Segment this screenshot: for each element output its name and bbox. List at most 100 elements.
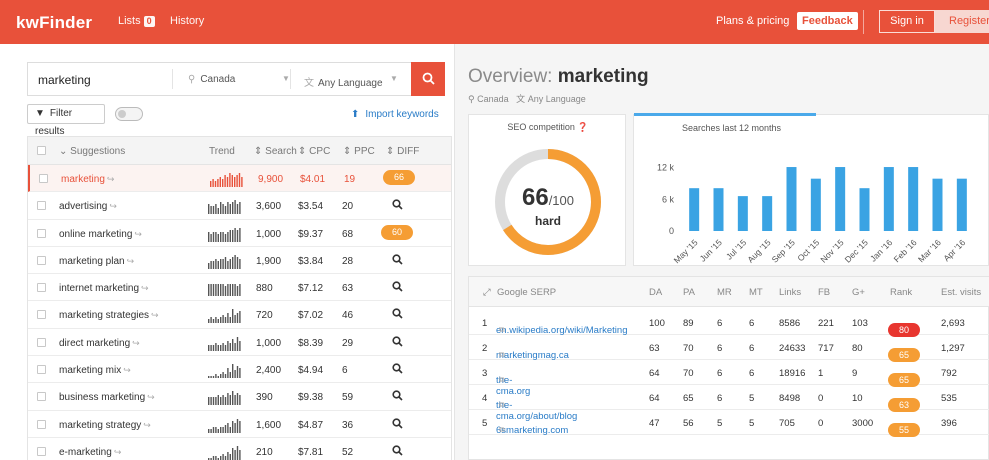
link-arrow-icon[interactable]: ↪	[107, 174, 115, 184]
keyword-cell[interactable]: e-marketing ↪	[59, 447, 121, 458]
link-arrow-icon[interactable]: ↪	[123, 365, 131, 375]
chevron-down-icon[interactable]: ▼	[282, 74, 290, 83]
keyword-cell[interactable]: direct marketing ↪	[59, 338, 140, 349]
chart-bar[interactable]	[762, 196, 773, 231]
location-select[interactable]: ⚲ Canada	[188, 74, 235, 85]
difficulty-cell[interactable]	[381, 306, 413, 322]
difficulty-badge[interactable]: 66	[383, 170, 415, 185]
link-arrow-icon[interactable]: ↪	[141, 283, 149, 293]
table-row[interactable]: marketing mix ↪ 2,400 $4.94 6	[28, 356, 451, 384]
serp-row[interactable]: 4 the-cma.org/about/blog ⧉ 64 65 6 5 8498 0 10 63 5…	[469, 386, 989, 422]
row-checkbox[interactable]	[37, 201, 46, 211]
kwfinder-logo[interactable]: kwFinder	[16, 13, 92, 33]
difficulty-cell[interactable]	[381, 252, 413, 268]
table-row[interactable]: marketing strategies ↪ 720 $7.02 46	[28, 301, 451, 329]
table-row[interactable]: marketing strategy ↪ 1,600 $4.87 36	[28, 411, 451, 438]
register-button[interactable]: Register	[935, 10, 989, 33]
keyword-cell[interactable]: online marketing ↪	[59, 229, 142, 240]
row-checkbox[interactable]	[37, 310, 46, 320]
link-arrow-icon[interactable]: ↪	[132, 338, 140, 348]
chart-bar[interactable]	[737, 196, 748, 231]
chart-bar[interactable]	[689, 188, 700, 231]
difficulty-cell[interactable]: 66	[383, 170, 415, 186]
keyword-cell[interactable]: marketing strategies ↪	[59, 310, 159, 321]
row-checkbox[interactable]	[37, 255, 46, 265]
nav-history[interactable]: History	[170, 15, 204, 27]
col-suggestions[interactable]: ⌄ Suggestions	[59, 146, 125, 157]
difficulty-cell[interactable]	[381, 361, 413, 377]
plans-pricing-link[interactable]: Plans & pricing	[716, 15, 789, 27]
difficulty-badge[interactable]: 60	[381, 224, 413, 240]
serp-row[interactable]: 3 the-cma.org ⧉ 64 70 6 6 18916 1 9 65 792	[469, 361, 989, 397]
chevron-down-icon[interactable]: ▼	[390, 74, 398, 83]
row-checkbox[interactable]	[37, 365, 46, 375]
keyword-cell[interactable]: advertising ↪	[59, 201, 117, 212]
chart-bar[interactable]	[859, 188, 870, 231]
chart-bar[interactable]	[786, 167, 797, 231]
search-icon[interactable]	[391, 254, 403, 265]
chart-bar[interactable]	[713, 188, 724, 231]
serp-row[interactable]: 5 6smarketing.com ⧉ 47 56 5 5 705 0 3000 55 396	[469, 411, 989, 437]
link-arrow-icon[interactable]: ↪	[127, 256, 135, 266]
chart-bar[interactable]	[810, 178, 821, 231]
serp-row[interactable]: 1 en.wikipedia.org/wiki/Marketing ⧉ 100 89 6 6…	[469, 311, 989, 337]
table-row[interactable]: direct marketing ↪ 1,000 $8.39 29	[28, 329, 451, 357]
col-search[interactable]: ⇕ Search	[254, 146, 297, 157]
keyword-cell[interactable]: marketing ↪	[61, 174, 114, 185]
col-diff[interactable]: ⇕ DIFF	[386, 146, 419, 157]
link-arrow-icon[interactable]: ↪	[114, 447, 122, 457]
col-cpc[interactable]: ⇕ CPC	[298, 146, 330, 157]
keyword-cell[interactable]: internet marketing ↪	[59, 283, 149, 294]
keyword-cell[interactable]: business marketing ↪	[59, 392, 155, 403]
chart-bar[interactable]	[883, 167, 894, 231]
keyword-cell[interactable]: marketing mix ↪	[59, 365, 131, 376]
search-icon[interactable]	[391, 445, 403, 456]
keyword-cell[interactable]: marketing plan ↪	[59, 256, 134, 267]
link-arrow-icon[interactable]: ↪	[143, 420, 151, 430]
keyword-cell[interactable]: marketing strategy ↪	[59, 420, 151, 431]
difficulty-cell[interactable]	[381, 388, 413, 404]
col-ppc[interactable]: ⇕ PPC	[343, 146, 375, 157]
row-checkbox[interactable]	[37, 419, 46, 429]
table-row[interactable]: marketing plan ↪ 1,900 $3.84 28	[28, 247, 451, 275]
difficulty-cell[interactable]	[381, 279, 413, 295]
nav-lists[interactable]: Lists 0	[118, 15, 155, 27]
search-icon[interactable]	[391, 418, 403, 429]
link-arrow-icon[interactable]: ↪	[151, 310, 159, 320]
link-arrow-icon[interactable]: ↪	[147, 392, 155, 402]
search-icon[interactable]	[391, 199, 403, 210]
filter-toggle[interactable]	[115, 107, 143, 121]
chart-bar[interactable]	[932, 178, 943, 231]
difficulty-cell[interactable]	[381, 197, 413, 213]
feedback-button[interactable]: Feedback	[797, 12, 858, 30]
search-icon[interactable]	[391, 281, 403, 292]
search-icon[interactable]	[391, 390, 403, 401]
table-row[interactable]: e-marketing ↪ 210 $7.81 52	[28, 438, 451, 460]
select-all-checkbox[interactable]	[37, 146, 46, 155]
difficulty-cell[interactable]	[381, 416, 413, 432]
row-checkbox[interactable]	[39, 174, 48, 183]
search-icon[interactable]	[391, 363, 403, 374]
chart-bar[interactable]	[835, 167, 846, 231]
search-icon[interactable]	[391, 336, 403, 347]
search-icon[interactable]	[391, 308, 403, 320]
chart-bar[interactable]	[908, 167, 919, 231]
search-button[interactable]	[411, 62, 445, 96]
link-arrow-icon[interactable]: ↪	[109, 201, 117, 211]
table-row[interactable]: internet marketing ↪ 880 $7.12 63	[28, 274, 451, 302]
difficulty-cell[interactable]: 60	[381, 224, 413, 241]
table-row[interactable]: online marketing ↪ 1,000 $9.37 68 60	[28, 220, 451, 247]
row-checkbox[interactable]	[37, 446, 46, 456]
table-row[interactable]: marketing ↪ 9,900 $4.01 19 66	[28, 165, 451, 193]
serp-row[interactable]: 2 marketingmag.ca ⧉ 63 70 6 6 24633 717 80 65 1,297	[469, 336, 989, 362]
row-checkbox[interactable]	[37, 337, 46, 347]
difficulty-cell[interactable]	[381, 443, 413, 459]
import-keywords-link[interactable]: ⬆ Import keywords	[351, 109, 439, 120]
row-checkbox[interactable]	[37, 392, 46, 402]
chart-bar[interactable]	[956, 178, 967, 231]
keyword-input[interactable]: marketing	[38, 73, 91, 87]
row-checkbox[interactable]	[37, 228, 46, 238]
link-arrow-icon[interactable]: ↪	[134, 229, 142, 239]
row-checkbox[interactable]	[37, 283, 46, 293]
difficulty-cell[interactable]	[381, 334, 413, 350]
